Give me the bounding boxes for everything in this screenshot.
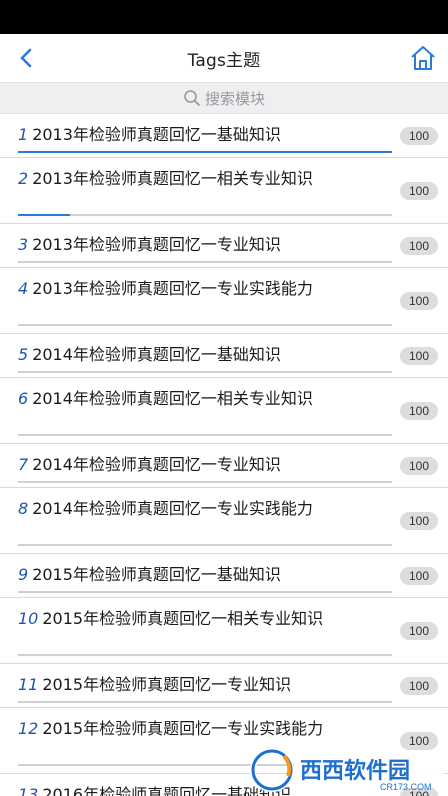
list-item[interactable]: 7 2014年检验师真题回忆一专业知识 100 [0, 444, 448, 488]
list-item-title: 11 2015年检验师真题回忆一专业知识 [18, 674, 380, 695]
list-item[interactable]: 4 2013年检验师真题回忆一专业实践能力 100 [0, 268, 448, 334]
count-badge: 100 [400, 347, 438, 365]
list-item[interactable]: 1 2013年检验师真题回忆一基础知识 100 [0, 114, 448, 158]
list-item-number: 6 [18, 389, 29, 408]
list-item-label: 2013年检验师真题回忆一专业实践能力 [32, 279, 313, 298]
progress-bar [18, 151, 392, 153]
list-item-title: 10 2015年检验师真题回忆一相关专业知识 [18, 608, 380, 629]
count-badge: 100 [400, 622, 438, 640]
list-item[interactable]: 5 2014年检验师真题回忆一基础知识 100 [0, 334, 448, 378]
search-bar[interactable]: 搜索模块 [0, 82, 448, 114]
progress-bar [18, 654, 392, 656]
list-item-label: 2014年检验师真题回忆一专业知识 [32, 455, 281, 474]
list-item-number: 8 [18, 499, 29, 518]
list-item-number: 7 [18, 455, 29, 474]
list-item[interactable]: 8 2014年检验师真题回忆一专业实践能力 100 [0, 488, 448, 554]
list-item-number: 2 [18, 169, 29, 188]
watermark-logo: 西西软件园 CR173.COM [250, 746, 446, 794]
list-item-label: 2014年检验师真题回忆一基础知识 [32, 345, 281, 364]
status-bar [0, 0, 448, 34]
list-item-label: 2013年检验师真题回忆一基础知识 [32, 125, 281, 144]
count-badge: 100 [400, 567, 438, 585]
count-badge: 100 [400, 237, 438, 255]
list-item-number: 5 [18, 345, 29, 364]
progress-bar [18, 261, 392, 263]
list-item-number: 11 [18, 675, 39, 694]
list-item[interactable]: 11 2015年检验师真题回忆一专业知识 100 [0, 664, 448, 708]
list-item[interactable]: 10 2015年检验师真题回忆一相关专业知识 100 [0, 598, 448, 664]
list-item-title: 2 2013年检验师真题回忆一相关专业知识 [18, 168, 380, 189]
progress-bar [18, 324, 392, 326]
back-button[interactable] [14, 45, 40, 71]
count-badge: 100 [400, 512, 438, 530]
home-button[interactable] [408, 43, 438, 73]
progress-fill [18, 151, 392, 153]
list-item-number: 10 [18, 609, 39, 628]
progress-bar [18, 481, 392, 483]
nav-bar: Tags主题 [0, 34, 448, 82]
list-item-label: 2014年检验师真题回忆一相关专业知识 [32, 389, 313, 408]
list-item-label: 2015年检验师真题回忆一相关专业知识 [42, 609, 324, 628]
progress-bar [18, 701, 392, 703]
home-icon [411, 46, 435, 70]
page-title: Tags主题 [187, 50, 261, 71]
list-item-title: 9 2015年检验师真题回忆一基础知识 [18, 564, 380, 585]
list-item-title: 1 2013年检验师真题回忆一基础知识 [18, 124, 380, 145]
list-item-number: 9 [18, 565, 29, 584]
list-item-label: 2015年检验师真题回忆一专业实践能力 [42, 719, 324, 738]
svg-text:CR173.COM: CR173.COM [380, 782, 432, 792]
list-item-label: 2015年检验师真题回忆一专业知识 [42, 675, 292, 694]
count-badge: 100 [400, 677, 438, 695]
list-item-number: 12 [18, 719, 39, 738]
count-badge: 100 [400, 127, 438, 145]
list-item[interactable]: 6 2014年检验师真题回忆一相关专业知识 100 [0, 378, 448, 444]
count-badge: 100 [400, 402, 438, 420]
progress-bar [18, 371, 392, 373]
list-item-title: 4 2013年检验师真题回忆一专业实践能力 [18, 278, 380, 299]
list-item-title: 12 2015年检验师真题回忆一专业实践能力 [18, 718, 380, 739]
list-item-title: 5 2014年检验师真题回忆一基础知识 [18, 344, 380, 365]
count-badge: 100 [400, 292, 438, 310]
chevron-left-icon [20, 48, 32, 68]
tag-list: 1 2013年检验师真题回忆一基础知识 100 2 2013年检验师真题回忆一相关专业知… [0, 114, 448, 796]
count-badge: 100 [400, 182, 438, 200]
search-field[interactable]: 搜索模块 [183, 88, 265, 109]
list-item[interactable]: 2 2013年检验师真题回忆一相关专业知识 100 [0, 158, 448, 224]
list-item-title: 8 2014年检验师真题回忆一专业实践能力 [18, 498, 380, 519]
list-item-title: 7 2014年检验师真题回忆一专业知识 [18, 454, 380, 475]
progress-bar [18, 214, 392, 216]
list-item-number: 13 [18, 785, 39, 796]
search-icon [184, 90, 200, 106]
search-label: 搜索模块 [204, 89, 265, 108]
list-item-label: 2013年检验师真题回忆一相关专业知识 [32, 169, 313, 188]
list-item-title: 3 2013年检验师真题回忆一专业知识 [18, 234, 380, 255]
list-item[interactable]: 9 2015年检验师真题回忆一基础知识 100 [0, 554, 448, 598]
list-item-number: 3 [18, 235, 29, 254]
list-item-number: 1 [18, 125, 29, 144]
progress-bar [18, 544, 392, 546]
list-item-label: 2013年检验师真题回忆一专业知识 [32, 235, 281, 254]
list-item-title: 6 2014年检验师真题回忆一相关专业知识 [18, 388, 380, 409]
list-item[interactable]: 3 2013年检验师真题回忆一专业知识 100 [0, 224, 448, 268]
svg-text:西西软件园: 西西软件园 [300, 758, 410, 784]
progress-bar [18, 591, 392, 593]
list-item-number: 4 [18, 279, 29, 298]
progress-bar [18, 434, 392, 436]
count-badge: 100 [400, 457, 438, 475]
list-item-label: 2014年检验师真题回忆一专业实践能力 [32, 499, 313, 518]
progress-fill [18, 214, 71, 216]
list-item-label: 2015年检验师真题回忆一基础知识 [32, 565, 281, 584]
